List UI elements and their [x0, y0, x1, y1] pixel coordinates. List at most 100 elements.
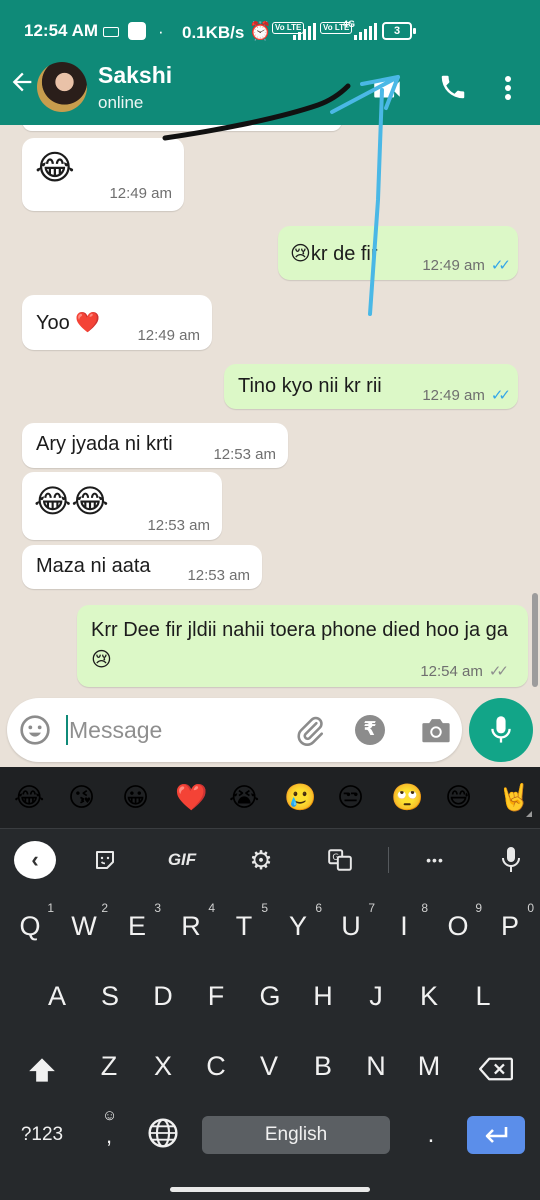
message-bubble-incoming[interactable]: Ary jyada ni krti 12:53 am: [22, 423, 288, 468]
phone-icon[interactable]: [438, 72, 468, 102]
emoji-suggestion[interactable]: 😅: [445, 783, 472, 813]
key-h[interactable]: H: [296, 967, 350, 1029]
emoji-suggestion[interactable]: 😭: [229, 783, 259, 813]
key-r[interactable]: 4R: [165, 897, 217, 959]
message-text: Ary jyada ni krti: [36, 433, 173, 455]
camera-icon[interactable]: [419, 715, 453, 745]
symbols-key[interactable]: ?123: [10, 1115, 74, 1159]
message-bubble-incoming[interactable]: Yoo ❤️ 12:49 am: [22, 295, 212, 350]
key-d[interactable]: D: [136, 967, 190, 1029]
key-v[interactable]: V: [242, 1037, 296, 1099]
message-input[interactable]: [69, 712, 279, 748]
attach-icon[interactable]: [293, 714, 327, 748]
key-s[interactable]: S: [83, 967, 137, 1029]
message-time: 12:53 am: [187, 567, 250, 584]
chat-scrollbar[interactable]: [532, 593, 538, 687]
contact-name[interactable]: Sakshi: [98, 62, 172, 89]
message-text: Yoo ❤️: [36, 312, 101, 334]
message-time: 12:49 am: [109, 185, 172, 202]
signal-strength-icon: [293, 22, 316, 40]
emoji-key-icon: ☺: [102, 1107, 118, 1124]
message-bubble-incoming[interactable]: Maza ni aata 12:53 am: [22, 545, 262, 589]
message-text: 😢kr de fir: [290, 243, 378, 265]
avatar[interactable]: [37, 62, 87, 112]
collapse-toolbar-button[interactable]: ‹: [14, 841, 56, 879]
emoji-suggestion[interactable]: 🤘: [498, 783, 530, 813]
language-globe-icon[interactable]: [145, 1117, 181, 1153]
more-vert-icon[interactable]: [498, 71, 518, 105]
emoji-suggestion[interactable]: 😘: [68, 783, 95, 813]
key-i[interactable]: 8I: [378, 897, 430, 959]
enter-arrow-icon: [485, 1127, 508, 1143]
message-composer: ₹: [7, 698, 462, 762]
key-a[interactable]: A: [30, 967, 84, 1029]
message-bubble-outgoing[interactable]: Tino kyo nii kr rii 12:49 am ✓✓: [224, 364, 518, 409]
key-o[interactable]: 9O: [432, 897, 484, 959]
toolbar-divider: [388, 847, 389, 873]
video-call-icon[interactable]: [370, 72, 404, 106]
key-p[interactable]: 0P: [484, 897, 536, 959]
message-bubble-incoming[interactable]: 😂😂 12:53 am: [22, 472, 222, 540]
chat-area[interactable]: 😂 12:49 am 😢kr de fir 12:49 am ✓✓ Yoo ❤️ …: [0, 125, 540, 690]
emoji-suggestion[interactable]: 🙄: [391, 783, 423, 813]
read-ticks-icon: ✓✓: [490, 387, 511, 404]
key-x[interactable]: X: [136, 1037, 190, 1099]
more-options-icon[interactable]: •••: [420, 841, 450, 879]
key-c[interactable]: C: [189, 1037, 243, 1099]
message-bubble-incoming[interactable]: 😂 12:49 am: [22, 138, 184, 211]
emoji-suggestion[interactable]: ❤️: [175, 783, 207, 813]
home-indicator[interactable]: [170, 1187, 370, 1192]
key-n[interactable]: N: [349, 1037, 403, 1099]
message-text: Maza ni aata: [36, 555, 151, 577]
space-key[interactable]: English: [202, 1116, 390, 1154]
key-k[interactable]: K: [402, 967, 456, 1029]
key-z[interactable]: Z: [82, 1037, 136, 1099]
message-text: 😂: [35, 148, 75, 188]
period-key[interactable]: .: [414, 1115, 448, 1159]
message-bubble-outgoing[interactable]: 😢kr de fir 12:49 am ✓✓: [278, 226, 518, 280]
gif-button[interactable]: GIF: [160, 841, 204, 879]
enter-key[interactable]: [467, 1116, 525, 1154]
keyboard-notification-icon: [103, 27, 119, 37]
emoji-suggestion[interactable]: 😒: [337, 783, 364, 813]
key-u[interactable]: 7U: [325, 897, 377, 959]
emoji-suggestion[interactable]: 😂: [14, 783, 44, 813]
shift-key[interactable]: [14, 1037, 70, 1099]
key-l[interactable]: L: [456, 967, 510, 1029]
back-arrow-icon[interactable]: [8, 68, 38, 104]
backspace-key[interactable]: [466, 1037, 526, 1099]
emoji-icon[interactable]: [19, 714, 51, 746]
expand-suggestions-icon[interactable]: [526, 811, 532, 817]
chat-header: Sakshi online: [0, 54, 540, 125]
app-notification-icon: [128, 22, 146, 40]
message-bubble-outgoing[interactable]: Krr Dee fir jldii nahii toera phone died…: [77, 605, 528, 687]
emoji-suggestion[interactable]: 😀: [122, 783, 149, 813]
alarm-icon: ⏰: [249, 21, 272, 41]
key-w[interactable]: 2W: [58, 897, 110, 959]
key-q[interactable]: 1Q: [4, 897, 56, 959]
shift-arrow-icon: [29, 1058, 55, 1082]
voice-input-icon[interactable]: [498, 841, 524, 879]
keyboard-toolbar: ‹ GIF ⚙ G •••: [0, 829, 540, 891]
voice-record-button[interactable]: [469, 698, 533, 762]
translate-icon[interactable]: G: [326, 841, 354, 879]
more-notifications-dot-icon: ·: [158, 22, 164, 41]
key-y[interactable]: 6Y: [272, 897, 324, 959]
key-t[interactable]: 5T: [218, 897, 270, 959]
network-speed: 0.1KB/s: [182, 23, 245, 42]
key-b[interactable]: B: [296, 1037, 350, 1099]
contact-status: online: [98, 93, 144, 112]
key-g[interactable]: G: [243, 967, 297, 1029]
sticker-icon[interactable]: [92, 841, 118, 879]
comma-key[interactable]: ☺ ,: [92, 1107, 126, 1159]
key-f[interactable]: F: [189, 967, 243, 1029]
emoji-suggestion[interactable]: 🥲: [284, 783, 316, 813]
key-m[interactable]: M: [402, 1037, 456, 1099]
message-time: 12:49 am: [137, 327, 200, 344]
read-ticks-icon: ✓✓: [490, 257, 511, 274]
status-time: 12:54 AM: [24, 21, 99, 40]
key-e[interactable]: 3E: [111, 897, 163, 959]
settings-gear-icon[interactable]: ⚙: [246, 841, 276, 879]
key-j[interactable]: J: [349, 967, 403, 1029]
payment-rupee-icon[interactable]: ₹: [355, 715, 385, 745]
